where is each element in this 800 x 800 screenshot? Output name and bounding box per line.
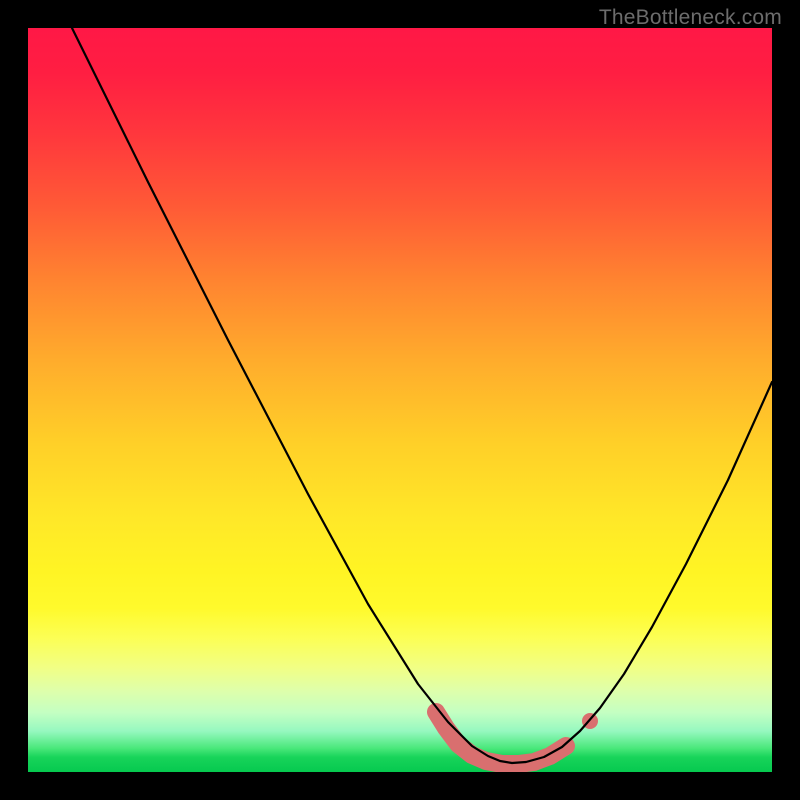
bottleneck-curve <box>72 28 772 763</box>
curve-layer <box>28 28 772 772</box>
chart-stage: TheBottleneck.com <box>0 0 800 800</box>
attribution-label: TheBottleneck.com <box>599 6 782 30</box>
plot-area <box>28 28 772 772</box>
